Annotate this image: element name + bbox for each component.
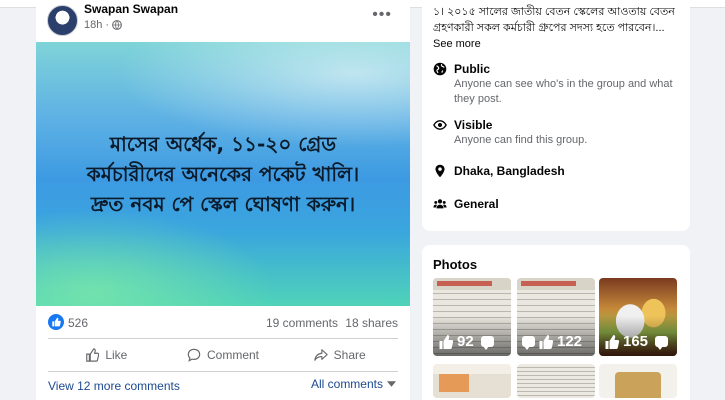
photo-thumbnail[interactable] (433, 364, 511, 398)
see-more-link[interactable]: See more (433, 38, 481, 50)
location-title[interactable]: Dhaka, Bangladesh (454, 163, 565, 179)
members-icon (433, 199, 447, 209)
comment-icon (522, 336, 535, 350)
comment-icon (187, 348, 201, 362)
comment-filter-label: All comments (310, 377, 383, 391)
location-info: Dhaka, Bangladesh (433, 163, 683, 181)
reaction-count[interactable]: 526 (68, 316, 88, 330)
visibility-info: Visible Anyone can find this group. (433, 117, 683, 151)
thumbs-up-icon (439, 334, 454, 349)
privacy-title: Public (454, 62, 491, 76)
thumbs-up-icon (539, 334, 554, 349)
post-options-button[interactable]: ••• (372, 7, 392, 23)
photo-like-count: 92 (457, 333, 474, 350)
photo-stats: 165 (604, 333, 669, 350)
post-text: মাসের অর্ধেক, ১১-২০ গ্রেড কর্মচারীদের অন… (67, 129, 379, 219)
globe-icon (112, 20, 122, 30)
photo-thumbnail[interactable] (599, 364, 677, 398)
comment-button[interactable]: Comment (165, 341, 282, 369)
view-more-comments-link[interactable]: View 12 more comments (48, 379, 180, 393)
photo-stats: 92 (438, 333, 494, 350)
globe-icon (433, 62, 447, 76)
author-avatar[interactable] (47, 5, 78, 36)
photos-title[interactable]: Photos (433, 257, 477, 272)
like-label: Like (105, 348, 128, 362)
photos-card: Photos 92 122 165 (422, 245, 690, 400)
post-timestamp[interactable]: 18h · (84, 18, 122, 32)
visibility-title: Visible (454, 118, 493, 132)
photo-thumbnail[interactable] (517, 364, 595, 398)
photo-thumbnail[interactable]: 122 (517, 278, 595, 356)
eye-icon (433, 120, 447, 130)
like-reaction-icon[interactable] (48, 314, 64, 330)
group-description: ১। ২০১৫ সালের জাতীয় বেতন স্কেলের আওতায়… (433, 4, 683, 52)
post-text-line: মাসের অর্ধেক, ১১-২০ গ্রেড (109, 132, 337, 156)
share-label: Share (333, 348, 366, 362)
shares-count[interactable]: 18 shares (345, 316, 398, 330)
comment-icon (655, 336, 669, 350)
share-button[interactable]: Share (281, 341, 398, 369)
post-author[interactable]: Swapan Swapan (84, 2, 178, 16)
thumbs-up-icon (86, 348, 100, 362)
photo-like-count: 165 (623, 333, 649, 350)
about-card: ১। ২০১৫ সালের জাতীয় বেতন স্কেলের আওতায়… (422, 0, 690, 231)
photo-thumbnail[interactable]: 92 (433, 278, 511, 356)
comment-icon (480, 336, 494, 350)
divider (48, 338, 398, 339)
chevron-down-icon (387, 381, 396, 387)
photo-stats: 122 (522, 333, 582, 350)
category-title: General (454, 197, 499, 211)
category-info: General (433, 196, 683, 214)
thumbs-up-icon (605, 334, 620, 349)
post-actions: Like Comment Share (48, 341, 398, 369)
comments-count[interactable]: 19 comments (266, 316, 338, 330)
reactions-bar: 526 19 comments 18 shares (48, 314, 398, 332)
divider (48, 371, 398, 372)
share-icon (313, 349, 328, 361)
post-text-line: কর্মচারীদের অনেকের পকেট খালি। (86, 162, 360, 186)
visibility-description: Anyone can find this group. (454, 134, 588, 146)
post-time[interactable]: 18h (84, 18, 102, 32)
photo-thumbnail[interactable]: 165 (599, 278, 677, 356)
post-text-image[interactable]: মাসের অর্ধেক, ১১-২০ গ্রেড কর্মচারীদের অন… (36, 42, 410, 306)
location-pin-icon (435, 164, 445, 178)
post-card: Swapan Swapan 18h · ••• মাসের অর্ধেক, ১১… (36, 0, 410, 400)
privacy-info: Public Anyone can see who's in the group… (433, 61, 683, 109)
like-button[interactable]: Like (48, 341, 165, 369)
group-description-text: ১। ২০১৫ সালের জাতীয় বেতন স্কেলের আওতায়… (433, 6, 675, 34)
post-text-line: দ্রুত নবম পে স্কেল ঘোষণা করুন। (90, 192, 356, 216)
comment-filter-dropdown[interactable]: All comments (311, 377, 396, 391)
photo-like-count: 122 (557, 333, 583, 350)
post-header: Swapan Swapan 18h · ••• (36, 0, 410, 40)
comment-label: Comment (207, 348, 260, 362)
privacy-description: Anyone can see who's in the group and wh… (454, 78, 673, 105)
